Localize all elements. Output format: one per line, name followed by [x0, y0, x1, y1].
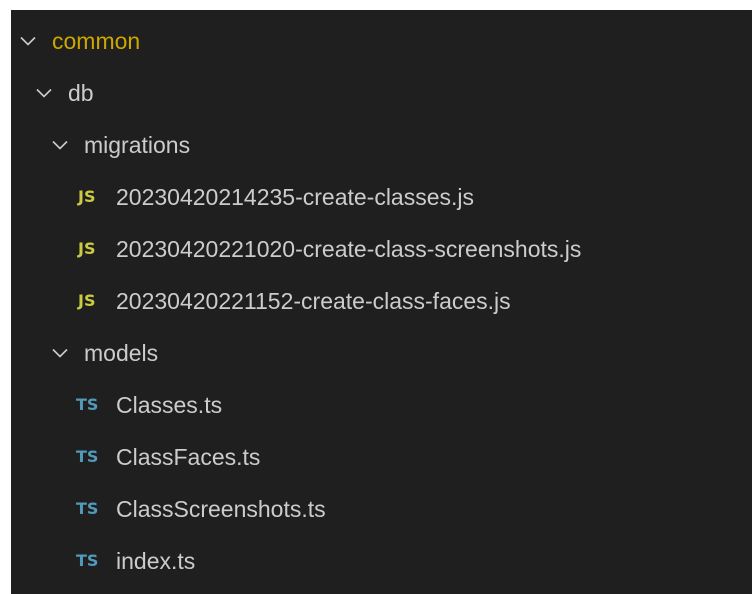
chevron-down-icon[interactable]	[34, 83, 54, 103]
file-item[interactable]: JS 20230420221020-create-class-screensho…	[11, 223, 752, 275]
ts-file-icon: TS	[76, 447, 99, 466]
folder-migrations[interactable]: migrations	[11, 119, 752, 171]
folder-common[interactable]: common	[11, 15, 752, 67]
js-file-icon: JS	[78, 187, 96, 206]
folder-label: db	[68, 79, 94, 106]
folder-label: models	[84, 339, 159, 366]
file-name: 20230420221020-create-class-screenshots.…	[116, 235, 582, 262]
file-name: index.ts	[116, 547, 196, 574]
file-name: 20230420214235-create-classes.js	[116, 183, 475, 210]
file-item[interactable]: TS ClassFaces.ts	[11, 431, 752, 483]
folder-db[interactable]: db	[11, 67, 752, 119]
js-file-icon: JS	[78, 239, 96, 258]
folder-label: common	[52, 27, 141, 54]
file-explorer-tree: common db migrations JS 20230420214235-c…	[11, 10, 752, 594]
ts-file-icon: TS	[76, 395, 99, 414]
file-item[interactable]: TS ClassScreenshots.ts	[11, 483, 752, 535]
chevron-down-icon[interactable]	[18, 31, 38, 51]
ts-file-icon: TS	[76, 499, 99, 518]
file-item[interactable]: JS 20230420214235-create-classes.js	[11, 171, 752, 223]
file-name: ClassFaces.ts	[116, 443, 261, 470]
file-item[interactable]: JS 20230420221152-create-class-faces.js	[11, 275, 752, 327]
chevron-down-icon[interactable]	[50, 135, 70, 155]
chevron-down-icon[interactable]	[50, 343, 70, 363]
file-item[interactable]: TS index.ts	[11, 535, 752, 587]
folder-models[interactable]: models	[11, 327, 752, 379]
file-item[interactable]: TS Classes.ts	[11, 379, 752, 431]
js-file-icon: JS	[78, 291, 96, 310]
file-name: 20230420221152-create-class-faces.js	[116, 287, 511, 314]
file-name: Classes.ts	[116, 391, 223, 418]
file-name: ClassScreenshots.ts	[116, 495, 326, 522]
folder-label: migrations	[84, 131, 191, 158]
ts-file-icon: TS	[76, 551, 99, 570]
